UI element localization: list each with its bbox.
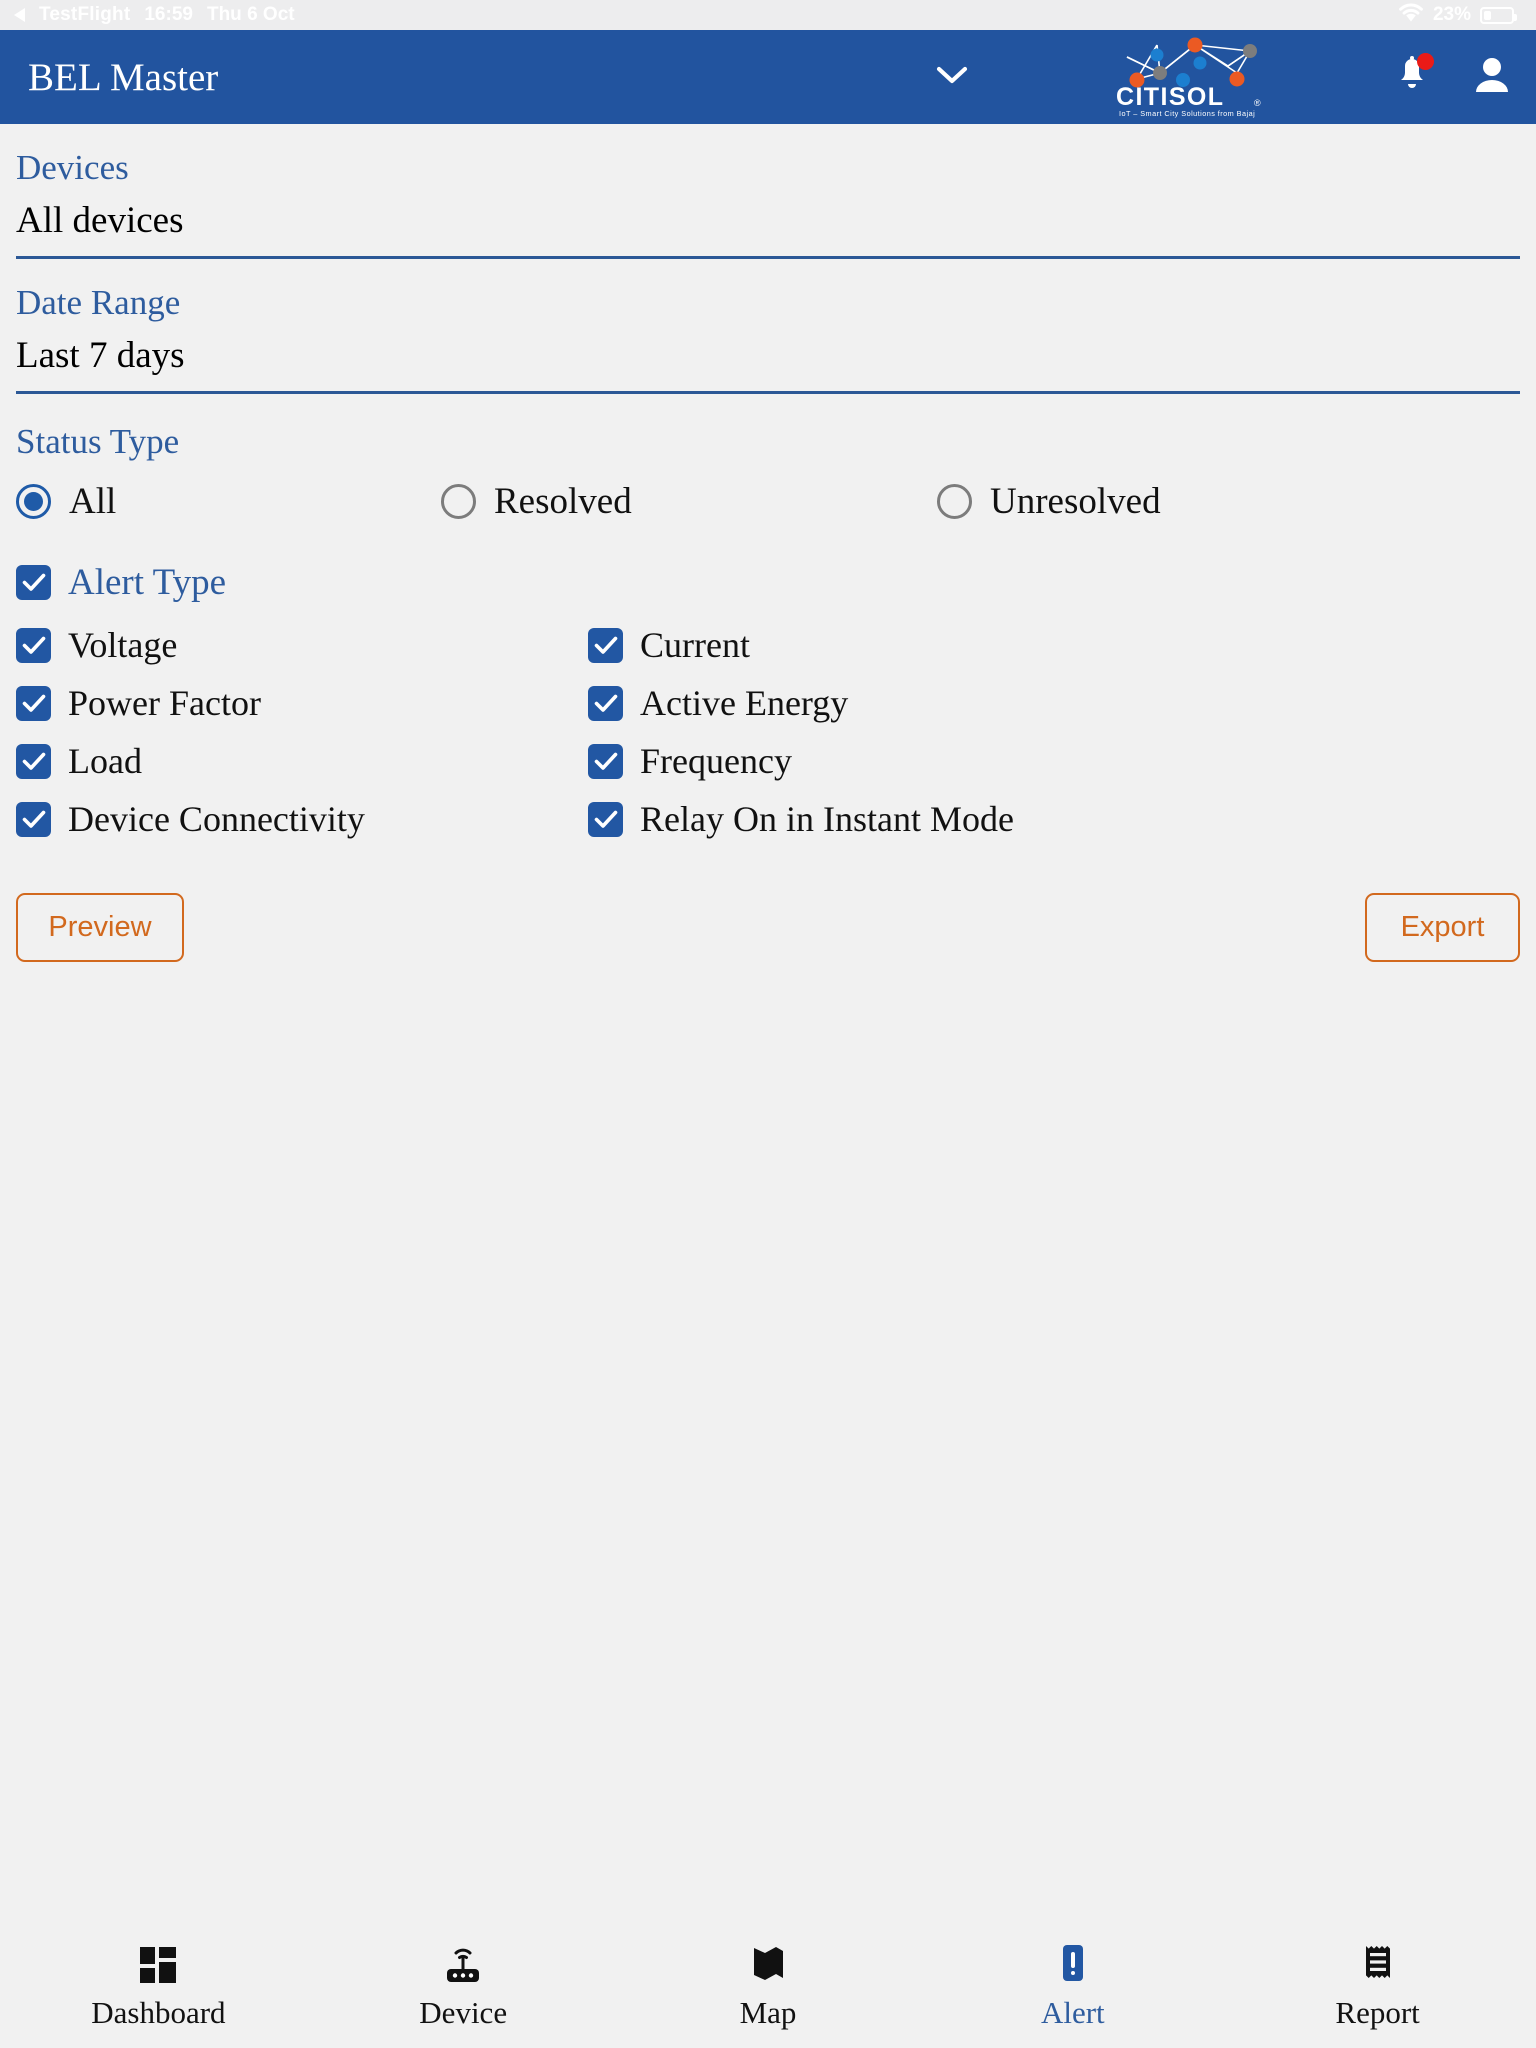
checkbox-label-current: Current bbox=[640, 625, 750, 666]
account-button[interactable] bbox=[1466, 51, 1518, 103]
dashboard-grid-icon bbox=[137, 1940, 179, 1986]
checkbox-label-relay-on-instant-mode: Relay On in Instant Mode bbox=[640, 799, 1014, 840]
checkbox-label-voltage: Voltage bbox=[68, 625, 178, 666]
checkbox-icon-checked bbox=[588, 627, 623, 663]
radio-icon-unselected bbox=[441, 484, 476, 520]
map-icon bbox=[749, 1940, 787, 1986]
app-screen: TestFlight 16:59 Thu 6 Oct 23% BEL Maste… bbox=[0, 0, 1536, 2048]
devices-value: All devices bbox=[16, 199, 184, 241]
checkbox-load[interactable]: Load bbox=[16, 743, 588, 779]
checkbox-icon-checked bbox=[588, 685, 623, 721]
checkbox-label-frequency: Frequency bbox=[640, 741, 792, 782]
filters-panel: Devices All devices Date Range Last 7 da… bbox=[0, 124, 1536, 1930]
nav-label-alert: Alert bbox=[1040, 1995, 1105, 2030]
radio-label-resolved: Resolved bbox=[494, 481, 632, 523]
checkbox-voltage[interactable]: Voltage bbox=[16, 627, 588, 663]
alert-type-select-all[interactable]: Alert Type bbox=[16, 564, 1520, 601]
checkbox-power-factor[interactable]: Power Factor bbox=[16, 685, 588, 721]
alert-type-checkbox-grid: Voltage Current Power Factor Active Ener… bbox=[16, 627, 1520, 837]
alert-type-label: Alert Type bbox=[68, 562, 227, 604]
checkbox-icon-checked bbox=[16, 801, 51, 837]
devices-underline bbox=[16, 256, 1520, 260]
svg-text:IoT – Smart City Solutions fro: IoT – Smart City Solutions from Bajaj bbox=[1119, 109, 1255, 118]
router-wifi-icon bbox=[442, 1940, 484, 1986]
svg-text:®: ® bbox=[1254, 98, 1261, 108]
receipt-icon bbox=[1358, 1940, 1398, 1986]
date-range-label: Date Range bbox=[16, 283, 181, 323]
export-button[interactable]: Export bbox=[1365, 893, 1520, 963]
radio-option-unresolved[interactable]: Unresolved bbox=[937, 483, 1161, 520]
devices-label: Devices bbox=[16, 148, 129, 187]
wifi-icon bbox=[1398, 3, 1424, 28]
notifications-button[interactable] bbox=[1386, 51, 1438, 103]
site-dropdown-button[interactable] bbox=[930, 55, 974, 99]
radio-option-resolved[interactable]: Resolved bbox=[441, 483, 937, 520]
checkbox-current[interactable]: Current bbox=[588, 627, 750, 663]
checkbox-label-power-factor: Power Factor bbox=[68, 683, 261, 724]
checkbox-relay-on-instant-mode[interactable]: Relay On in Instant Mode bbox=[588, 801, 1014, 837]
radio-icon-selected bbox=[16, 484, 51, 520]
page-title: BEL Master bbox=[28, 55, 219, 99]
status-bar-time: 16:59 bbox=[144, 4, 193, 25]
checkbox-icon-checked bbox=[588, 801, 623, 837]
status-bar-date: Thu 6 Oct bbox=[206, 4, 295, 25]
status-type-radio-group: All Resolved Unresolved bbox=[16, 483, 1520, 520]
checkbox-row: Power Factor Active Energy bbox=[16, 685, 1520, 721]
date-range-underline bbox=[16, 391, 1520, 395]
checkbox-label-device-connectivity: Device Connectivity bbox=[68, 799, 365, 840]
checkbox-label-active-energy: Active Energy bbox=[640, 683, 849, 724]
checkbox-row: Voltage Current bbox=[16, 627, 1520, 663]
checkbox-icon-checked bbox=[16, 565, 51, 601]
checkbox-row: Device Connectivity Relay On in Instant … bbox=[16, 801, 1520, 837]
nav-item-dashboard[interactable]: Dashboard bbox=[6, 1940, 311, 2028]
status-bar-right: 23% bbox=[1398, 3, 1517, 28]
svg-text:CITISOL: CITISOL bbox=[1116, 83, 1224, 111]
battery-percent-label: 23% bbox=[1432, 4, 1471, 25]
status-bar-app-name: TestFlight bbox=[39, 4, 131, 25]
checkbox-icon-checked bbox=[16, 627, 51, 663]
bottom-navigation: Dashboard Device Map Alert Report bbox=[0, 1930, 1536, 2048]
checkbox-icon-checked bbox=[16, 685, 51, 721]
radio-label-unresolved: Unresolved bbox=[990, 481, 1161, 523]
battery-icon bbox=[1480, 6, 1517, 24]
checkbox-icon-checked bbox=[588, 743, 623, 779]
date-range-value: Last 7 days bbox=[16, 334, 185, 376]
checkbox-frequency[interactable]: Frequency bbox=[588, 743, 792, 779]
checkbox-device-connectivity[interactable]: Device Connectivity bbox=[16, 801, 588, 837]
status-type-label: Status Type bbox=[16, 422, 180, 462]
radio-label-all: All bbox=[69, 481, 117, 523]
nav-label-device: Device bbox=[419, 1995, 508, 2030]
devices-field[interactable]: Devices All devices bbox=[16, 146, 1520, 260]
app-bar: BEL Master CITISOL ® IoT – Smart City So… bbox=[0, 30, 1536, 124]
chevron-down-icon bbox=[935, 64, 969, 91]
nav-item-report[interactable]: Report bbox=[1225, 1940, 1530, 2028]
radio-option-all[interactable]: All bbox=[16, 483, 441, 520]
back-arrow-icon[interactable] bbox=[14, 8, 25, 22]
preview-button[interactable]: Preview bbox=[16, 893, 184, 963]
app-bar-actions bbox=[1386, 51, 1518, 103]
checkbox-row: Load Frequency bbox=[16, 743, 1520, 779]
radio-icon-unselected bbox=[937, 484, 972, 520]
citisol-logo: CITISOL ® IoT – Smart City Solutions fro… bbox=[1100, 35, 1285, 119]
status-bar-left: TestFlight 16:59 Thu 6 Oct bbox=[14, 4, 295, 26]
nav-label-dashboard: Dashboard bbox=[91, 1995, 226, 2030]
person-icon bbox=[1472, 54, 1512, 101]
nav-label-map: Map bbox=[739, 1995, 797, 2030]
checkbox-icon-checked bbox=[16, 743, 51, 779]
checkbox-active-energy[interactable]: Active Energy bbox=[588, 685, 848, 721]
action-buttons: Preview Export bbox=[16, 893, 1520, 963]
nav-item-map[interactable]: Map bbox=[616, 1940, 921, 2028]
checkbox-label-load: Load bbox=[68, 741, 142, 782]
date-range-field[interactable]: Date Range Last 7 days bbox=[16, 281, 1520, 395]
nav-label-report: Report bbox=[1335, 1995, 1420, 2030]
nav-item-device[interactable]: Device bbox=[311, 1940, 616, 2028]
notification-badge-dot bbox=[1417, 53, 1434, 70]
alert-exclamation-icon bbox=[1053, 1940, 1093, 1986]
nav-item-alert[interactable]: Alert bbox=[920, 1940, 1225, 2028]
status-bar: TestFlight 16:59 Thu 6 Oct 23% bbox=[0, 0, 1536, 30]
